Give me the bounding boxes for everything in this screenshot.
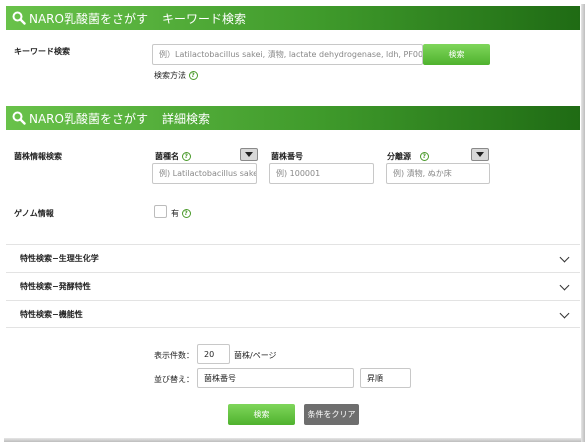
display-count-input[interactable]: 20: [197, 344, 230, 364]
source-label-text: 分離源: [387, 152, 411, 161]
genome-checkbox-label: 有 ?: [171, 208, 191, 219]
clear-conditions-button[interactable]: 条件をクリア: [304, 404, 359, 425]
keyword-search-label: キーワード検索: [14, 47, 70, 56]
accordion-label: 特性検索−機能性: [20, 309, 83, 319]
accordion-label: 特性検索−生理生化学: [20, 254, 99, 263]
genome-checkbox[interactable]: [154, 205, 167, 218]
strain-number-input[interactable]: 例) 100001: [269, 163, 374, 184]
source-input[interactable]: 例) 漬物, ぬか床: [386, 163, 490, 184]
display-count-unit: 菌株/ページ: [234, 351, 277, 360]
sort-field-select[interactable]: 菌株番号: [197, 368, 354, 388]
chevron-down-icon: [559, 252, 570, 263]
species-label: 菌種名 ?: [155, 151, 191, 162]
keyword-search-input[interactable]: 例）Latilactobacillus sakei, 漬物, lactate d…: [152, 44, 423, 65]
species-label-text: 菌種名: [155, 152, 179, 161]
display-count-label: 表示件数：: [154, 351, 194, 360]
keyword-search-button[interactable]: 検索: [423, 44, 490, 65]
sort-label: 並び替え：: [154, 375, 194, 384]
help-icon[interactable]: ?: [181, 209, 191, 218]
accordion-label: 特性検索−発酵特性: [20, 282, 91, 291]
genome-label: ゲノム情報: [14, 209, 54, 218]
chevron-down-icon: [559, 308, 570, 319]
search-help-text: 検索方法: [154, 71, 186, 80]
banner-title: NARO乳酸菌をさがす: [29, 11, 148, 26]
search-icon: [12, 11, 26, 25]
accordion-physiology[interactable]: 特性検索−生理生化学: [6, 244, 580, 272]
help-icon[interactable]: ?: [181, 152, 191, 161]
banner-title: NARO乳酸菌をさがす: [29, 111, 148, 126]
source-dropdown-toggle[interactable]: [471, 148, 489, 161]
help-icon[interactable]: ?: [188, 71, 198, 80]
banner-subtitle: 詳細検索: [161, 111, 210, 126]
strain-number-label: 菌株番号: [271, 152, 303, 161]
species-input[interactable]: 例) Latilactobacillus sakei: [152, 163, 257, 184]
accordion-functionality[interactable]: 特性検索−機能性: [6, 300, 580, 328]
help-icon[interactable]: ?: [419, 152, 429, 161]
banner-subtitle: キーワード検索: [161, 11, 246, 26]
genome-checkbox-text: 有: [171, 209, 179, 218]
detail-search-button[interactable]: 検索: [228, 404, 295, 425]
detail-search-banner: NARO乳酸菌をさがす 詳細検索: [6, 106, 580, 130]
strain-info-label: 菌株情報検索: [14, 152, 62, 161]
sort-order-select[interactable]: 昇順: [360, 368, 411, 388]
source-label: 分離源 ?: [387, 151, 429, 162]
species-dropdown-toggle[interactable]: [240, 148, 258, 161]
accordion-fermentation[interactable]: 特性検索−発酵特性: [6, 272, 580, 300]
keyword-search-banner: NARO乳酸菌をさがす キーワード検索: [6, 6, 580, 30]
search-help-link[interactable]: 検索方法 ?: [154, 70, 198, 81]
page: NARO乳酸菌をさがす キーワード検索 キーワード検索 例）Latilactob…: [0, 0, 585, 442]
search-icon: [12, 111, 26, 125]
chevron-down-icon: [559, 280, 570, 291]
